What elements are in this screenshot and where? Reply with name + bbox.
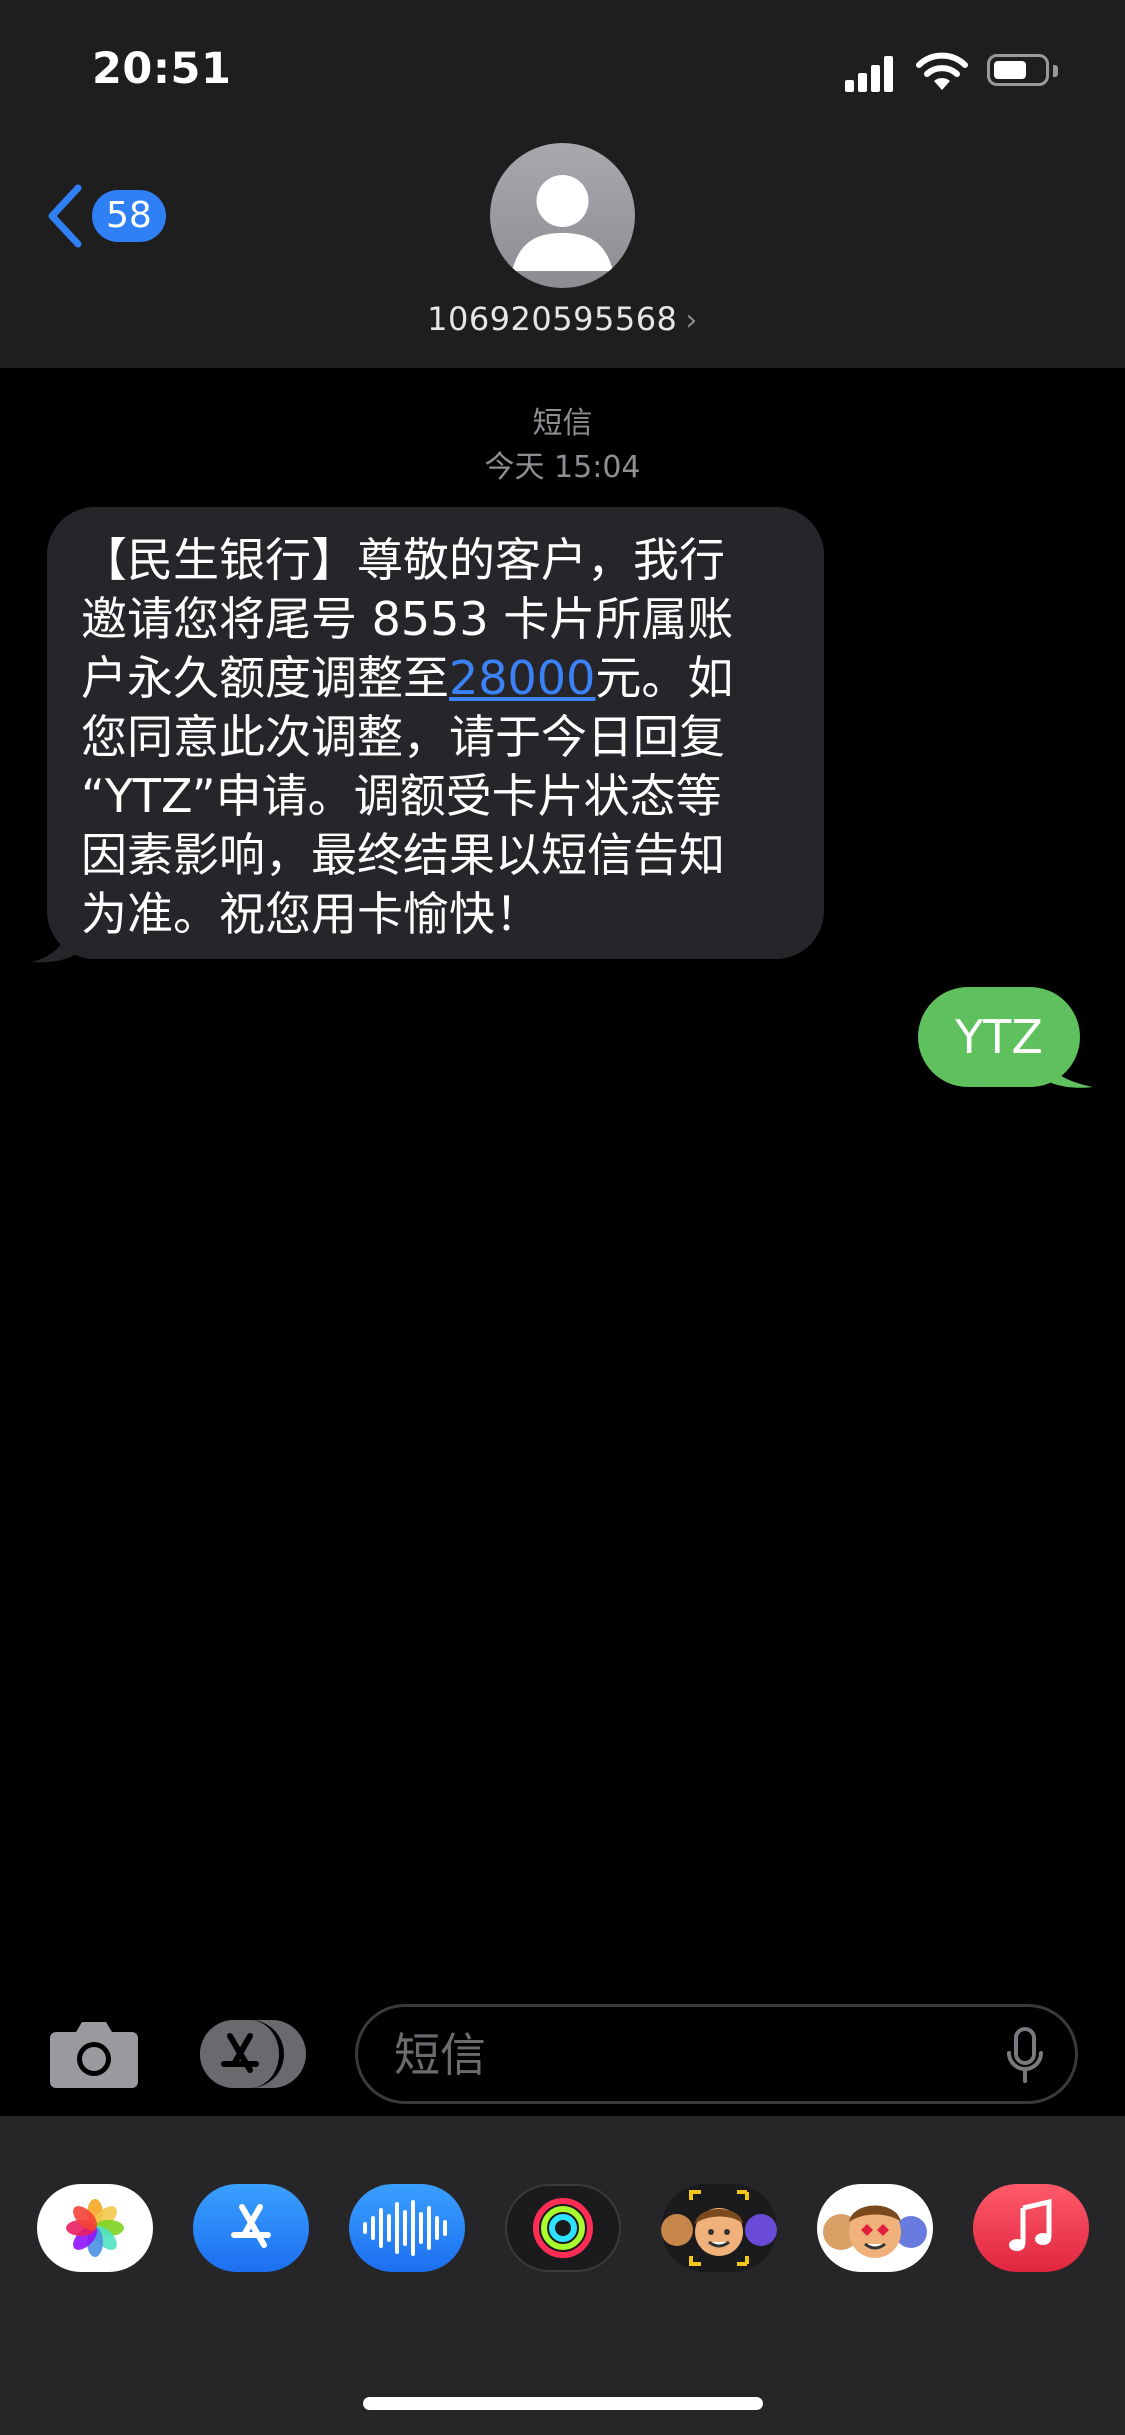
- message-text: 户永久额度调整至: [81, 651, 449, 705]
- status-time: 20:51: [92, 44, 232, 94]
- message-line: 因素影响，最终结果以短信告知: [81, 828, 725, 882]
- navigation-header: 20:51 58 106920595568 ›: [0, 0, 1125, 368]
- contact-name-button[interactable]: 106920595568 ›: [0, 300, 1125, 338]
- message-text: 元。如: [595, 651, 734, 705]
- incoming-message-bubble[interactable]: 【民生银行】尊敬的客户，我行 邀请您将尾号 8553 卡片所属账 户永久额度调整…: [47, 507, 824, 959]
- message-line-with-link: 户永久额度调整至28000元。如: [81, 649, 794, 708]
- music-app-icon[interactable]: [973, 2184, 1089, 2272]
- message-line: “YTZ”申请。调额受卡片状态等: [81, 769, 722, 823]
- app-drawer: [0, 2116, 1125, 2435]
- contact-number: 106920595568: [427, 300, 678, 338]
- battery-cap: [1053, 65, 1058, 77]
- service-label: 短信: [532, 406, 593, 441]
- outgoing-message-bubble[interactable]: YTZ: [918, 987, 1080, 1087]
- chevron-left-icon: [48, 184, 82, 248]
- app-store-icon[interactable]: [193, 2184, 309, 2272]
- cellular-signal-icon: [845, 54, 895, 92]
- wifi-icon: [916, 52, 968, 90]
- amount-link[interactable]: 28000: [449, 651, 595, 705]
- memoji-stickers-icon[interactable]: [817, 2184, 933, 2272]
- status-icons: [845, 50, 1075, 94]
- message-line: 您同意此次调整，请于今日回复: [81, 710, 725, 764]
- camera-icon: [50, 2022, 138, 2088]
- person-icon: [512, 175, 613, 271]
- apps-button[interactable]: [200, 2020, 306, 2088]
- contact-avatar[interactable]: [490, 143, 635, 288]
- back-button[interactable]: 58: [46, 182, 176, 252]
- battery-icon: [987, 54, 1049, 86]
- message-input[interactable]: [392, 2021, 956, 2089]
- app-store-icon: [221, 2033, 259, 2073]
- message-timestamp: 今天 15:04: [484, 450, 641, 485]
- message-line: 为准。祝您用卡愉快！: [81, 887, 541, 941]
- camera-button[interactable]: [48, 2018, 140, 2090]
- photos-app-icon[interactable]: [37, 2184, 153, 2272]
- message-input-field[interactable]: [355, 2004, 1078, 2104]
- message-line: 【民生银行】尊敬的客户，我行: [81, 533, 725, 587]
- conversation-header: 短信 今天 15:04: [0, 402, 1125, 490]
- message-line: 邀请您将尾号 8553 卡片所属账: [81, 592, 734, 646]
- unread-count-badge: 58: [92, 190, 166, 242]
- microphone-icon[interactable]: [1005, 2027, 1045, 2085]
- memoji-camera-icon[interactable]: [661, 2184, 777, 2272]
- home-indicator[interactable]: [363, 2397, 763, 2410]
- audio-message-icon[interactable]: [349, 2184, 465, 2272]
- activity-icon[interactable]: [505, 2184, 621, 2272]
- chevron-right-icon: ›: [685, 303, 698, 338]
